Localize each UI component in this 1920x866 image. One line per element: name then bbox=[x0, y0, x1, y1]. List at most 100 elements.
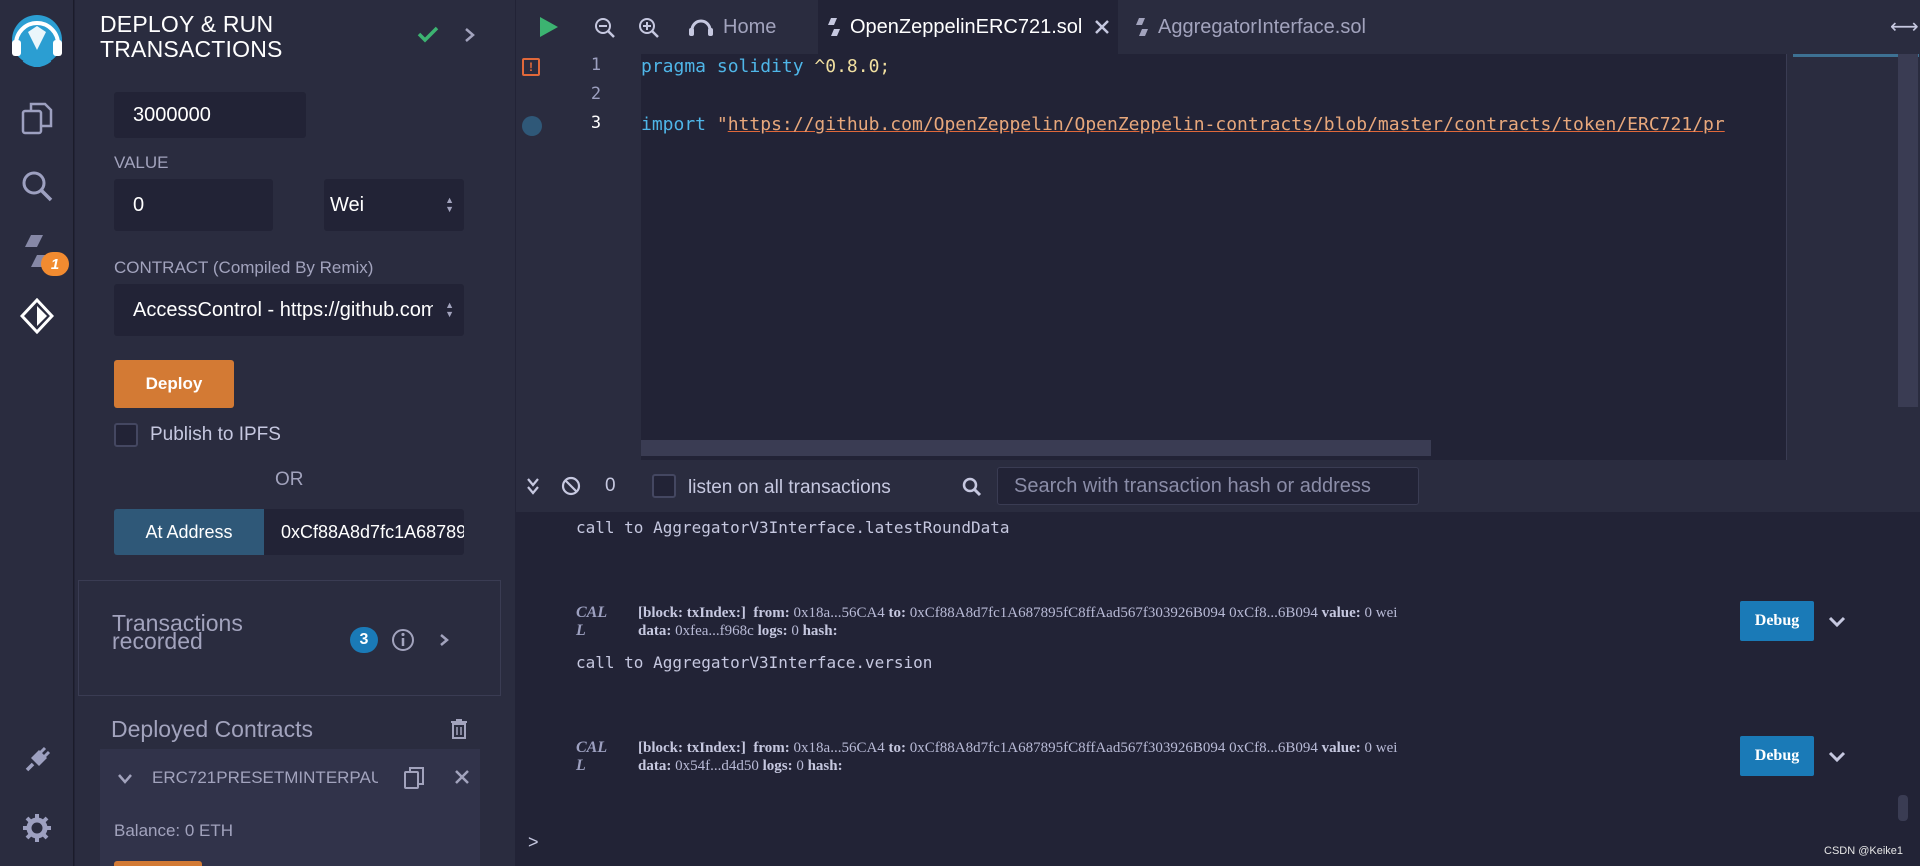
zoom-in-icon[interactable] bbox=[638, 17, 660, 44]
tx2-details[interactable]: [block: txIndex:] from: 0x18a...56CA4 to… bbox=[638, 739, 1397, 775]
plug-icon[interactable] bbox=[0, 740, 74, 780]
terminal-scrollbar[interactable] bbox=[1898, 795, 1908, 821]
tab-openzeppelin-label: OpenZeppelinERC721.sol bbox=[850, 15, 1083, 38]
import-url-text[interactable]: https://github.com/OpenZeppelin/OpenZepp… bbox=[728, 114, 1725, 135]
line-number: 1 bbox=[590, 55, 602, 75]
code-line-1[interactable]: pragma solidity ^0.8.0; bbox=[641, 54, 890, 80]
publish-ipfs-checkbox[interactable] bbox=[114, 423, 138, 447]
call-label: CAL L bbox=[576, 604, 610, 640]
function-button-edge[interactable] bbox=[114, 861, 202, 866]
tx-to-label: to: bbox=[888, 605, 907, 621]
tx-data-label: data: bbox=[638, 758, 672, 774]
at-address-input[interactable]: 0xCf88A8d7fc1A687895fC8ffAad567f303926B0… bbox=[264, 509, 464, 555]
watermark: CSDN @Keike1 bbox=[1824, 845, 1904, 857]
chevron-right-icon[interactable] bbox=[464, 27, 476, 48]
tx-from: 0x18a...56CA4 bbox=[793, 605, 885, 621]
contract-label: CONTRACT (Compiled By Remix) bbox=[114, 258, 373, 278]
value-unit-select[interactable]: Wei ▲ ▼ bbox=[324, 179, 464, 231]
deploy-run-icon[interactable] bbox=[0, 294, 74, 338]
ban-clear-icon[interactable] bbox=[561, 476, 581, 501]
listen-all-label: listen on all transactions bbox=[688, 477, 891, 498]
pending-tx-counter: 0 bbox=[605, 475, 616, 496]
gear-icon[interactable] bbox=[0, 808, 74, 848]
tab-aggregator-label: AggregatorInterface.sol bbox=[1158, 15, 1366, 38]
contract-select[interactable]: AccessControl - https://github.com/OpenZ… bbox=[114, 284, 464, 336]
line-gutter: ! 1 2 3 bbox=[516, 54, 641, 460]
contract-label-text: CONTRACT bbox=[114, 258, 209, 277]
close-icon[interactable] bbox=[454, 769, 470, 790]
log-call-version: call to AggregatorV3Interface.version bbox=[576, 653, 933, 672]
warning-marker-icon[interactable]: ! bbox=[522, 58, 540, 76]
debug-button[interactable]: Debug bbox=[1740, 736, 1814, 776]
gas-limit-input[interactable]: 3000000 bbox=[114, 92, 306, 138]
tx-value-label: value: bbox=[1321, 740, 1361, 756]
tx-data: 0xfea...f968c bbox=[675, 623, 754, 639]
value-input[interactable]: 0 bbox=[114, 179, 273, 231]
tab-openzeppelin-erc721[interactable]: OpenZeppelinERC721.sol bbox=[818, 0, 1118, 54]
search-icon bbox=[962, 477, 982, 502]
keyword-solidity: solidity bbox=[706, 56, 815, 77]
contract-label-sub: (Compiled By Remix) bbox=[212, 258, 374, 277]
terminal-panel: 0 listen on all transactions Search with… bbox=[516, 460, 1920, 866]
transactions-count-badge: 3 bbox=[350, 627, 378, 653]
info-icon[interactable] bbox=[391, 628, 415, 657]
compiler-warning-badge: 1 bbox=[41, 252, 69, 276]
editor-vertical-scrollbar[interactable] bbox=[1898, 54, 1918, 407]
tx-to: 0xCf88A8d7fc1A687895fC8ffAad567f303926B0… bbox=[909, 740, 1318, 756]
panel-title-line2: TRANSACTIONS bbox=[100, 36, 283, 62]
editor-horizontal-scrollbar[interactable] bbox=[641, 440, 1431, 456]
chevron-down-icon[interactable] bbox=[1828, 615, 1846, 633]
tx2-line2: data: 0x54f...d4d50 logs: 0 hash: bbox=[638, 757, 1397, 775]
tx-hash-label: hash: bbox=[802, 623, 838, 639]
tx-value: 0 wei bbox=[1364, 740, 1398, 756]
balance-text: Balance: 0 ETH bbox=[114, 821, 234, 840]
value-label: VALUE bbox=[114, 153, 169, 172]
line-number: 3 bbox=[590, 113, 602, 133]
chevrons-down-icon[interactable] bbox=[526, 477, 540, 500]
deploy-button[interactable]: Deploy bbox=[114, 360, 234, 408]
panel-title-line1: DEPLOY & RUN bbox=[100, 11, 274, 37]
breakpoint-marker-icon[interactable] bbox=[522, 116, 542, 136]
transactions-recorded-label: Transactions recorded bbox=[112, 612, 243, 653]
tx-data-label: data: bbox=[638, 623, 672, 639]
tx1-details[interactable]: [block: txIndex:] from: 0x18a...56CA4 to… bbox=[638, 604, 1397, 640]
call-label: CAL L bbox=[576, 739, 610, 775]
or-label: OR bbox=[275, 469, 304, 490]
run-icon[interactable] bbox=[538, 15, 560, 44]
trash-icon[interactable] bbox=[450, 718, 468, 745]
at-address-button[interactable]: At Address bbox=[114, 509, 264, 555]
chevron-right-icon[interactable] bbox=[439, 633, 449, 652]
tx-logs: 0 bbox=[796, 758, 804, 774]
search-icon[interactable] bbox=[0, 166, 74, 206]
transaction-search-input[interactable]: Search with transaction hash or address bbox=[997, 467, 1419, 505]
zoom-out-icon[interactable] bbox=[594, 17, 616, 44]
keyword-pragma: pragma bbox=[641, 56, 707, 77]
solidity-file-icon bbox=[1136, 17, 1148, 37]
tab-aggregator-interface[interactable]: AggregatorInterface.sol bbox=[1128, 0, 1388, 54]
code-line-3[interactable]: import "https://github.com/OpenZeppelin/… bbox=[641, 112, 1786, 138]
log-call-latestrounddata: call to AggregatorV3Interface.latestRoun… bbox=[576, 518, 1010, 537]
remix-logo-icon[interactable] bbox=[0, 12, 74, 72]
keyword-import: import bbox=[641, 114, 707, 135]
debug-button[interactable]: Debug bbox=[1740, 601, 1814, 641]
chevron-down-icon[interactable] bbox=[1828, 750, 1846, 768]
expand-horizontal-icon[interactable]: ⟷ bbox=[1890, 14, 1919, 39]
copy-icon[interactable] bbox=[403, 766, 425, 795]
call-label-1: CAL bbox=[576, 604, 608, 621]
value-unit-text: Wei bbox=[330, 193, 365, 216]
files-icon[interactable] bbox=[0, 98, 74, 138]
transactions-recorded-section[interactable]: Transactions recorded 3 bbox=[78, 580, 501, 696]
tx-data: 0x54f...d4d50 bbox=[675, 758, 759, 774]
listen-all-checkbox[interactable] bbox=[652, 474, 676, 498]
terminal-prompt[interactable]: > bbox=[528, 832, 539, 853]
tx-value-label: value: bbox=[1321, 605, 1361, 621]
chevron-down-icon[interactable] bbox=[117, 772, 133, 790]
tx2-line1: [block: txIndex:] from: 0x18a...56CA4 to… bbox=[638, 739, 1397, 757]
editor-tabbar: Home OpenZeppelinERC721.sol AggregatorIn… bbox=[516, 0, 1920, 54]
call-label-1: CAL bbox=[576, 739, 608, 756]
tab-home[interactable]: Home bbox=[688, 0, 826, 54]
deployed-contract-name[interactable]: ERC721PRESETMINTERPAUSERAUTOID bbox=[152, 768, 378, 788]
deployed-contracts-title: Deployed Contracts bbox=[111, 716, 313, 742]
contract-select-text: AccessControl - https://github.com/OpenZ… bbox=[133, 298, 433, 321]
close-tab-icon[interactable] bbox=[1094, 19, 1110, 35]
